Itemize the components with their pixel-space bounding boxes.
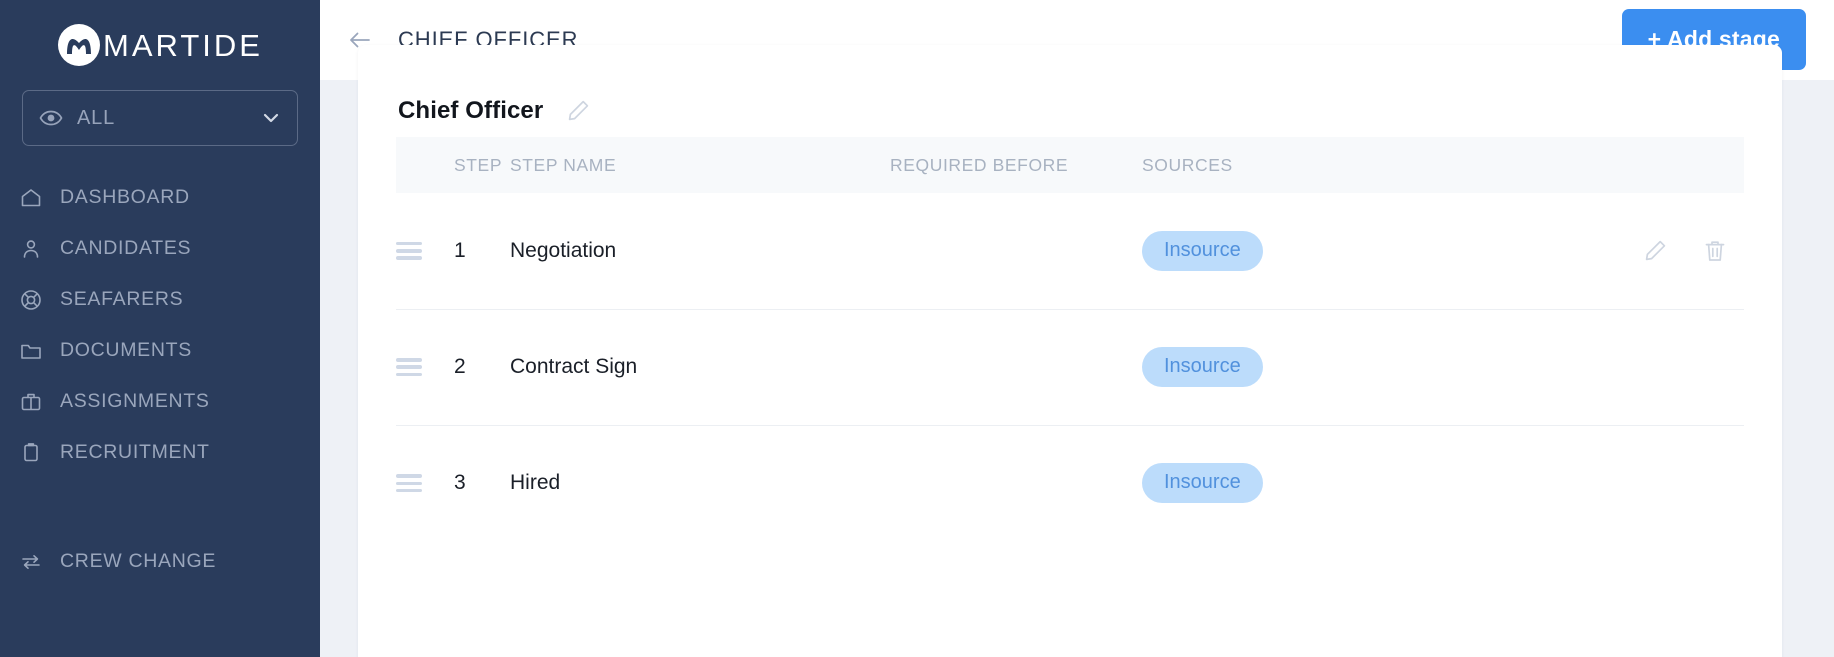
column-header-step: STEP bbox=[454, 154, 503, 175]
drag-handle-icon[interactable] bbox=[396, 358, 422, 376]
row-required-before bbox=[890, 193, 1142, 309]
card-header: Chief Officer bbox=[358, 45, 1782, 137]
row-step-number: 1 bbox=[454, 238, 466, 262]
stage-card: Chief Officer STEP STEP NAME REQUIRED BE… bbox=[358, 45, 1782, 657]
row-sources-cell: Insource bbox=[1142, 425, 1442, 541]
row-step-number: 3 bbox=[454, 471, 466, 495]
drag-handle-icon[interactable] bbox=[396, 241, 422, 260]
column-header-sources: SOURCES bbox=[1142, 154, 1233, 175]
sidebar-nav: DASHBOARD CANDIDATES SEAFARERS DOCUMENTS… bbox=[0, 172, 320, 587]
sidebar-item-candidates[interactable]: CANDIDATES bbox=[0, 223, 320, 274]
main-content: CHIEF OFFICER + Add stage Chief Officer bbox=[320, 0, 1834, 657]
column-header-actions bbox=[1442, 137, 1744, 193]
sidebar-item-label: RECRUITMENT bbox=[60, 441, 210, 463]
row-handle-cell bbox=[396, 193, 454, 309]
status-badge: Insource bbox=[1142, 230, 1263, 271]
sidebar-item-label: ASSIGNMENTS bbox=[60, 390, 210, 412]
row-handle-cell bbox=[396, 309, 454, 425]
clipboard-icon bbox=[18, 440, 44, 466]
martide-circle-m-logo-icon bbox=[57, 23, 101, 67]
home-icon bbox=[18, 185, 44, 211]
app-root: MARTIDE ALL DASHBOARD CANDIDATES SEAFARE… bbox=[0, 0, 1834, 657]
table-row[interactable]: 1 Negotiation Insource bbox=[396, 193, 1744, 309]
user-icon bbox=[18, 236, 44, 262]
sidebar-item-label: CANDIDATES bbox=[60, 237, 192, 259]
sidebar-item-label: DOCUMENTS bbox=[60, 339, 192, 361]
sidebar-nav-divider-space bbox=[0, 478, 320, 536]
sidebar: MARTIDE ALL DASHBOARD CANDIDATES SEAFARE… bbox=[0, 0, 320, 657]
sidebar-item-label: DASHBOARD bbox=[60, 186, 190, 208]
row-actions-cell bbox=[1442, 193, 1744, 309]
column-header-step-name: STEP NAME bbox=[510, 154, 617, 175]
row-actions-cell bbox=[1442, 425, 1744, 541]
eye-icon bbox=[39, 106, 63, 130]
table-row[interactable]: 3 Hired Insource bbox=[396, 425, 1744, 541]
row-sources-cell: Insource bbox=[1142, 309, 1442, 425]
stages-table: STEP STEP NAME REQUIRED BEFORE SOURCES 1… bbox=[396, 137, 1744, 541]
row-sources-cell: Insource bbox=[1142, 193, 1442, 309]
row-step-name: Contract Sign bbox=[510, 355, 638, 378]
brand-name: MARTIDE bbox=[103, 27, 263, 63]
folder-icon bbox=[18, 338, 44, 364]
column-header-handle bbox=[396, 137, 454, 193]
sidebar-item-recruitment[interactable]: RECRUITMENT bbox=[0, 427, 320, 478]
sidebar-item-label: CREW CHANGE bbox=[60, 550, 217, 572]
column-header-required-before: REQUIRED BEFORE bbox=[890, 154, 1069, 175]
row-step-name: Hired bbox=[510, 471, 561, 495]
row-required-before bbox=[890, 309, 1142, 425]
table-header-row: STEP STEP NAME REQUIRED BEFORE SOURCES bbox=[396, 137, 1744, 193]
row-step-number: 2 bbox=[454, 355, 466, 378]
table-head: STEP STEP NAME REQUIRED BEFORE SOURCES bbox=[396, 137, 1744, 193]
pencil-icon[interactable] bbox=[1642, 238, 1668, 264]
sidebar-item-documents[interactable]: DOCUMENTS bbox=[0, 325, 320, 376]
briefcase-icon bbox=[18, 389, 44, 415]
row-handle-cell bbox=[396, 425, 454, 541]
row-required-before bbox=[890, 425, 1142, 541]
swap-arrows-icon bbox=[18, 549, 44, 575]
life-ring-icon bbox=[18, 287, 44, 313]
table-body: 1 Negotiation Insource 2 Contract Sign I… bbox=[396, 193, 1744, 541]
status-badge: Insource bbox=[1142, 347, 1263, 387]
status-badge: Insource bbox=[1142, 463, 1263, 504]
row-actions bbox=[1442, 238, 1744, 264]
visibility-filter-select[interactable]: ALL bbox=[22, 90, 298, 146]
sidebar-item-assignments[interactable]: ASSIGNMENTS bbox=[0, 376, 320, 427]
sidebar-item-dashboard[interactable]: DASHBOARD bbox=[0, 172, 320, 223]
sidebar-item-crew-change[interactable]: CREW CHANGE bbox=[0, 536, 320, 587]
pencil-icon[interactable] bbox=[565, 98, 591, 124]
row-step-name: Negotiation bbox=[510, 238, 617, 262]
trash-icon[interactable] bbox=[1702, 238, 1728, 264]
drag-handle-icon[interactable] bbox=[396, 474, 422, 493]
sidebar-item-label: SEAFARERS bbox=[60, 288, 184, 310]
chevron-down-icon bbox=[261, 108, 281, 128]
sidebar-item-seafarers[interactable]: SEAFARERS bbox=[0, 274, 320, 325]
brand-logo[interactable]: MARTIDE bbox=[0, 0, 320, 84]
card-title: Chief Officer bbox=[398, 97, 544, 124]
table-row[interactable]: 2 Contract Sign Insource bbox=[396, 309, 1744, 425]
row-actions-cell bbox=[1442, 309, 1744, 425]
visibility-filter-value: ALL bbox=[77, 106, 115, 129]
